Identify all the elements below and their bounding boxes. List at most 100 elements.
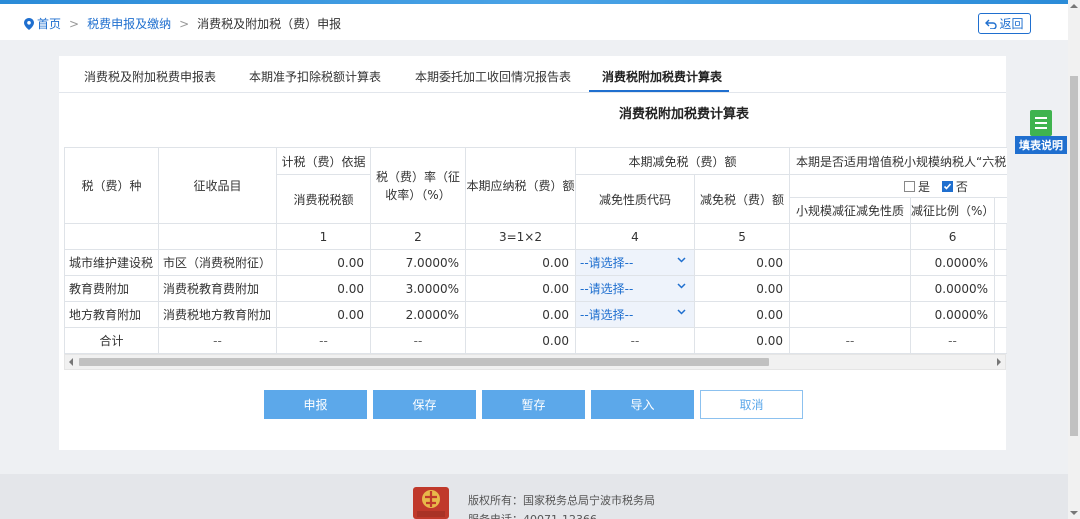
back-button[interactable]: 返回 xyxy=(978,13,1031,34)
breadcrumb-separator: > xyxy=(69,16,80,31)
row-rate: 3.0000% xyxy=(370,275,466,302)
row-tax-type: 地方教育附加 xyxy=(64,301,159,328)
breadcrumb-separator: > xyxy=(179,16,190,31)
row-item: 消费税教育费附加 xyxy=(158,275,277,302)
total-relief: 0.00 xyxy=(693,327,791,354)
horizontal-scroll-thumb[interactable] xyxy=(79,358,769,366)
relief-code-value: --请选择-- xyxy=(580,256,634,270)
total-small-code: -- xyxy=(789,327,912,354)
tab-surcharge-calc[interactable]: 消费税附加税费计算表 xyxy=(602,68,722,85)
table-scroll-area: 税（费）种 征收品目 计税（费）依据 税（费）率（征收率）（%） 本期应纳税（费… xyxy=(64,147,1007,371)
breadcrumb: 首页 > 税费申报及缴纳 > 消费税及附加税（费）申报 xyxy=(24,15,341,32)
relief-amount-input[interactable]: 0.00 xyxy=(693,301,791,328)
tab-processing-report[interactable]: 本期委托加工收回情况报告表 xyxy=(415,68,571,85)
row-item: 市区（消费税附征） xyxy=(158,249,277,276)
basis-input[interactable]: 0.00 xyxy=(276,249,371,276)
tab-declaration-form[interactable]: 消费税及附加税费申报表 xyxy=(84,68,216,85)
back-button-label: 返回 xyxy=(999,17,1024,31)
breadcrumb-home-link[interactable]: 首页 xyxy=(37,15,61,32)
small-scale-choice: 是 否 xyxy=(789,174,1007,198)
header-rate: 税（费）率（征收率）（%） xyxy=(370,147,466,224)
row-ratio: 0.0000% xyxy=(910,275,996,302)
basis-input[interactable]: 0.00 xyxy=(276,301,371,328)
breadcrumb-level2-link[interactable]: 税费申报及缴纳 xyxy=(87,15,171,32)
row-payable: 0.00 xyxy=(465,249,576,276)
total-basis: -- xyxy=(276,327,371,354)
row-tax-type: 教育费附加 xyxy=(64,275,159,302)
save-button[interactable]: 保存 xyxy=(373,390,476,419)
footer: 版权所有：国家税务总局宁波市税务局 服务电话：40071-12366 xyxy=(0,474,1068,519)
yes-label: 是 xyxy=(918,179,931,194)
form-title: 消费税附加税费计算表 xyxy=(619,107,750,122)
fill-instructions-button[interactable]: 填表说明 xyxy=(1015,110,1067,156)
scroll-down-icon[interactable] xyxy=(1070,511,1078,515)
no-label: 否 xyxy=(955,179,968,194)
row-small-code xyxy=(789,301,912,328)
tab-deduction-calc[interactable]: 本期准予扣除税额计算表 xyxy=(249,68,381,85)
tab-bar: 消费税及附加税费申报表 本期准予扣除税额计算表 本期委托加工收回情况报告表 消费… xyxy=(59,56,1006,93)
header-payable: 本期应纳税（费）额 xyxy=(465,147,576,224)
relief-code-value: --请选择-- xyxy=(580,282,634,296)
import-button[interactable]: 导入 xyxy=(591,390,694,419)
total-row: 合计 -- -- -- 0.00 -- 0.00 -- -- xyxy=(64,327,1007,354)
row-payable: 0.00 xyxy=(465,275,576,302)
cancel-button[interactable]: 取消 xyxy=(700,390,803,419)
row-payable: 0.00 xyxy=(465,301,576,328)
relief-amount-input[interactable]: 0.00 xyxy=(693,275,791,302)
relief-code-select[interactable]: --请选择-- xyxy=(575,275,695,302)
header-item: 征收品目 xyxy=(158,147,277,224)
vertical-scroll-thumb[interactable] xyxy=(1070,76,1078,436)
colnum-empty xyxy=(158,223,277,250)
no-checkbox[interactable] xyxy=(941,180,953,192)
row-ratio: 0.0000% xyxy=(910,301,996,328)
scroll-left-icon[interactable] xyxy=(69,358,73,366)
vertical-scrollbar[interactable] xyxy=(1068,0,1080,519)
document-icon xyxy=(1030,110,1052,136)
header-small-code: 小规模减征减免性质 xyxy=(789,197,912,224)
active-tab-indicator xyxy=(589,90,729,92)
chevron-down-icon xyxy=(677,283,686,289)
row-extra xyxy=(994,275,1007,302)
row-extra xyxy=(994,249,1007,276)
breadcrumb-bar: 首页 > 税费申报及缴纳 > 消费税及附加税（费）申报 返回 xyxy=(0,4,1080,40)
header-relief: 本期减免税（费）额 xyxy=(574,147,791,175)
basis-input[interactable]: 0.00 xyxy=(276,275,371,302)
total-ratio: -- xyxy=(910,327,996,354)
back-arrow-icon xyxy=(985,19,998,29)
colnum: 2 xyxy=(370,223,466,250)
row-small-code xyxy=(789,249,912,276)
header-tax-type: 税（费）种 xyxy=(64,147,159,224)
relief-code-select[interactable]: --请选择-- xyxy=(575,301,695,328)
form-panel: 消费税及附加税费申报表 本期准予扣除税额计算表 本期委托加工收回情况报告表 消费… xyxy=(59,56,1007,450)
header-basis-sub: 消费税税额 xyxy=(276,174,371,224)
tax-bureau-logo xyxy=(413,487,449,519)
header-basis: 计税（费）依据 xyxy=(276,147,371,175)
header-relief-amount: 减免税（费）额 xyxy=(693,174,791,224)
relief-code-select[interactable]: --请选择-- xyxy=(575,249,695,276)
header-small-scale: 本期是否适用增值税小规模纳税人“六税两费” xyxy=(789,147,1007,175)
total-code: -- xyxy=(575,327,695,354)
colnum: 1 xyxy=(276,223,371,250)
row-small-code xyxy=(789,275,912,302)
table-row: 地方教育附加 消费税地方教育附加 0.00 2.0000% 0.00 --请选择… xyxy=(64,301,1007,328)
colnum: 5 xyxy=(693,223,791,250)
table-row: 城市维护建设税 市区（消费税附征） 0.00 7.0000% 0.00 --请选… xyxy=(64,249,1007,276)
table-row: 教育费附加 消费税教育费附加 0.00 3.0000% 0.00 --请选择--… xyxy=(64,275,1007,302)
temp-save-button[interactable]: 暂存 xyxy=(482,390,585,419)
surcharge-table: 税（费）种 征收品目 计税（费）依据 税（费）率（征收率）（%） 本期应纳税（费… xyxy=(64,147,1007,354)
declare-button[interactable]: 申报 xyxy=(264,390,367,419)
total-label: 合计 xyxy=(64,327,159,354)
colnum: 3=1×2 xyxy=(465,223,576,250)
horizontal-scrollbar[interactable] xyxy=(64,354,1006,370)
header-relief-code: 减免性质代码 xyxy=(575,174,695,224)
total-item: -- xyxy=(158,327,277,354)
chevron-down-icon xyxy=(677,257,686,263)
row-tax-type: 城市维护建设税 xyxy=(64,249,159,276)
checkmark-icon xyxy=(943,182,951,190)
yes-checkbox[interactable] xyxy=(904,180,916,192)
scroll-up-icon[interactable] xyxy=(1070,4,1078,8)
scroll-right-icon[interactable] xyxy=(997,358,1001,366)
total-rate: -- xyxy=(370,327,466,354)
relief-amount-input[interactable]: 0.00 xyxy=(693,249,791,276)
row-rate: 2.0000% xyxy=(370,301,466,328)
